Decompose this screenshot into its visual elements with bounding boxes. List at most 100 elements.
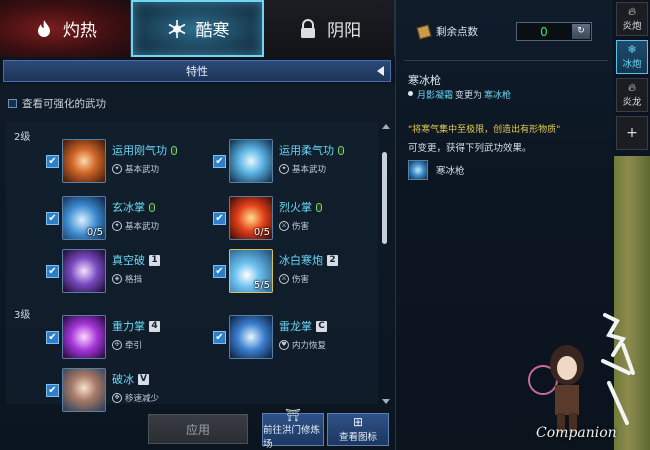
collapse-arrow-icon[interactable] — [377, 66, 384, 76]
skill-checkbox[interactable]: ✔ — [46, 155, 59, 168]
grid-icon: ⊞ — [352, 415, 364, 429]
scroll-down-icon[interactable] — [382, 399, 390, 404]
skill-item[interactable]: ✔ 破冰 V ✥ 移速减少 — [46, 368, 226, 418]
trait-header-label: 特性 — [186, 65, 208, 78]
skill-checkbox[interactable]: ✔ — [213, 155, 226, 168]
side-tab-label: 炎炮 — [622, 21, 642, 32]
skill-tag: ◈ 格挡 — [112, 273, 142, 285]
skill-tag: ✦ 基本武功 — [112, 163, 159, 175]
skill-item[interactable]: ✔ 真空破 1 ◈ 格挡 — [46, 249, 226, 299]
side-tab-ice-cannon[interactable]: ❄ 冰炮 — [616, 40, 648, 74]
skill-item[interactable]: ✔ 0/5 烈火掌 ⚔ 伤害 — [213, 196, 393, 246]
detail-description: 可变更，获得下列武功效果。 — [408, 143, 532, 154]
skill-checkbox[interactable]: ✔ — [46, 331, 59, 344]
tab-label: 酷寒 — [195, 21, 230, 41]
skill-item[interactable]: ✔ 运用柔气功 ✦ 基本武功 — [213, 139, 393, 189]
effect-skill[interactable]: 寒冰枪 — [408, 160, 465, 180]
side-tab-fire-dragon[interactable]: 🔥︎ 炎龙 — [616, 78, 648, 112]
skill-icon — [62, 315, 106, 359]
tab-label: 灼热 — [62, 21, 97, 41]
skill-icon — [229, 139, 273, 183]
hotkey-badge: 1 — [149, 254, 160, 266]
skill-item[interactable]: ✔ 5/5 冰白寒炮 2 ⚔ 伤害 — [213, 249, 393, 299]
snowflake-icon — [166, 18, 188, 40]
skill-checkbox[interactable]: ✔ — [46, 265, 59, 278]
show-upgradable-label: 查看可强化的武功 — [22, 98, 106, 110]
view-icons-label: 查看图标 — [338, 432, 377, 443]
checkbox[interactable] — [8, 99, 17, 108]
skill-icon — [229, 315, 273, 359]
tab-ice[interactable]: 酷寒 — [130, 0, 265, 57]
flame-icon: 🔥︎ — [627, 5, 637, 18]
skill-item[interactable]: ✔ 0/5 玄冰掌 ✦ 基本武功 — [46, 196, 226, 246]
skill-tag: ✥ 移速减少 — [112, 392, 159, 404]
level-label: 3级 — [14, 310, 31, 321]
go-training-label: 前往洪门修炼场 — [263, 425, 321, 450]
flavor-quote: "将寒气集中至极限，创造出有形物质" — [408, 125, 561, 135]
tab-yinyang[interactable]: 阴阳 — [264, 0, 396, 57]
trait-tabs: 灼热 酷寒 阴阳 — [0, 0, 396, 57]
skill-checkbox[interactable]: ✔ — [213, 265, 226, 278]
effect-skill-name: 寒冰枪 — [436, 166, 465, 177]
heart-icon: ♥ — [279, 340, 289, 350]
mouse-icon — [149, 202, 155, 212]
view-icons-button[interactable]: ⊞ 查看图标 — [327, 413, 389, 446]
reset-icon[interactable]: ↻ — [572, 24, 590, 39]
hotkey-badge: 2 — [327, 254, 338, 266]
tab-label: 阴阳 — [327, 21, 362, 41]
skill-icon: 0/5 — [62, 196, 106, 240]
skill-name: 烈火掌 — [279, 199, 322, 215]
mouse-icon — [316, 202, 322, 212]
hotkey-badge: 4 — [149, 320, 160, 332]
tag-icon: ✦ — [279, 164, 289, 174]
skill-checkbox[interactable]: ✔ — [46, 212, 59, 225]
add-tab-button[interactable]: + — [616, 116, 648, 150]
show-upgradable-toggle[interactable]: 查看可强化的武功 — [8, 96, 106, 111]
side-tabs: 🔥︎ 炎炮 ❄ 冰炮 🔥︎ 炎龙 + — [614, 0, 650, 156]
scroll-up-icon[interactable] — [382, 124, 390, 129]
skill-item[interactable]: ✔ 雷龙掌 C ♥ 内力恢复 — [213, 315, 393, 365]
skill-count: 0/5 — [253, 227, 270, 238]
flame-icon: 🔥︎ — [627, 81, 637, 94]
lock-icon — [297, 18, 319, 40]
side-tab-label: 炎龙 — [622, 97, 642, 108]
pull-icon: ✣ — [112, 340, 122, 350]
skill-icon: 5/5 — [229, 249, 273, 293]
plus-icon: + — [626, 125, 638, 141]
to-skill: 寒冰枪 — [484, 91, 512, 101]
skill-tag: ⚔ 伤害 — [279, 220, 309, 232]
tab-fire[interactable]: 灼热 — [0, 0, 131, 57]
skill-count: 5/5 — [253, 280, 270, 291]
skill-panel: 查看可强化的武功 2级 3级 ✔ 运用刚气功 ✦ 基本武功 ✔ 运用柔气功 ✦ 基本… — [0, 84, 395, 450]
skill-name: 运用柔气功 — [279, 142, 344, 158]
snowflake-icon: ❄ — [627, 43, 637, 56]
skill-tag: ⚔ 伤害 — [279, 273, 309, 285]
skill-checkbox[interactable]: ✔ — [213, 212, 226, 225]
skill-checkbox[interactable]: ✔ — [46, 384, 59, 397]
apply-button[interactable]: 应用 — [148, 414, 248, 444]
skill-count: 0/5 — [86, 227, 103, 238]
skill-item[interactable]: ✔ 运用刚气功 ✦ 基本武功 — [46, 139, 226, 189]
skill-icon — [62, 368, 106, 412]
scroll-thumb[interactable] — [382, 152, 387, 244]
side-tab-fire-cannon[interactable]: 🔥︎ 炎炮 — [616, 2, 648, 36]
tag-icon: ✦ — [112, 164, 122, 174]
companion-watermark: Companion — [536, 425, 617, 441]
go-training-button[interactable]: ⛩ 前往洪门修炼场 — [262, 409, 324, 450]
skill-checkbox[interactable]: ✔ — [213, 331, 226, 344]
hotkey-badge: V — [138, 373, 149, 385]
skill-tag: ✦ 基本武功 — [279, 163, 326, 175]
hotkey-badge: C — [316, 320, 327, 332]
trait-header[interactable]: 特性 — [3, 60, 391, 82]
skill-tag: ♥ 内力恢复 — [279, 339, 326, 351]
skill-name: 真空破 1 — [112, 252, 160, 268]
skill-icon — [62, 139, 106, 183]
points-value: 0 — [540, 24, 548, 39]
mouse-icon — [338, 145, 344, 155]
damage-icon: ⚔ — [279, 221, 289, 231]
change-verb: 变更为 — [455, 91, 483, 101]
scrollbar[interactable] — [382, 124, 390, 404]
skill-item[interactable]: ✔ 重力掌 4 ✣ 牵引 — [46, 315, 226, 365]
skill-icon — [62, 249, 106, 293]
points-label: 剩余点数 — [436, 26, 478, 38]
